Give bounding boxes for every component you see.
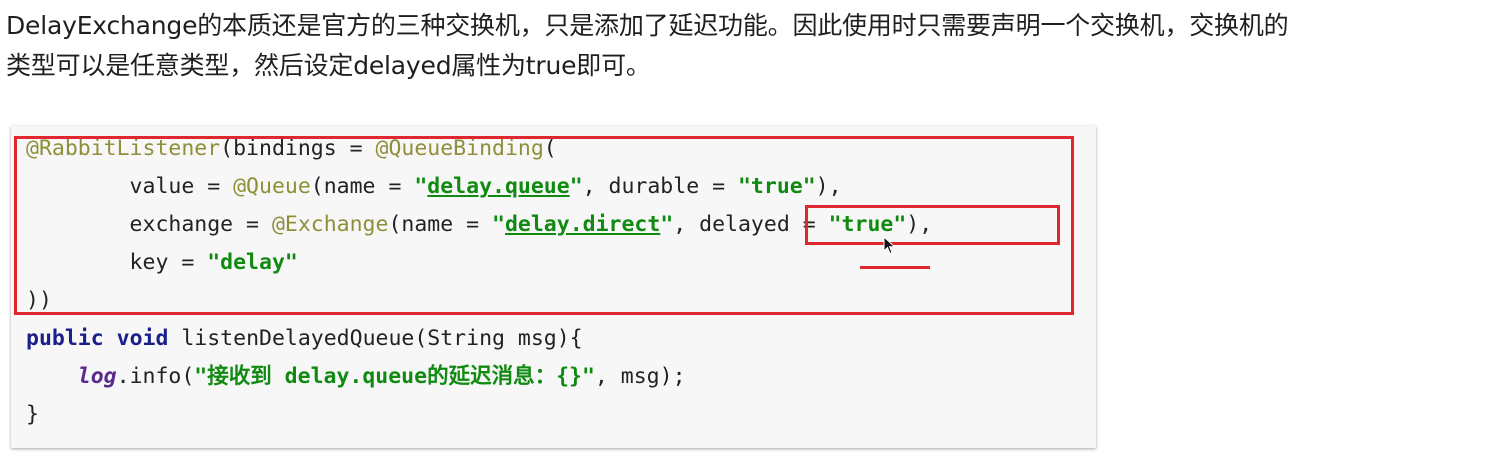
paragraph-line-1: DelayExchange的本质还是官方的三种交换机，只是添加了延迟功能。因此使… [6,11,1289,40]
code-text: } [26,402,39,427]
description-paragraph: DelayExchange的本质还是官方的三种交换机，只是添加了延迟功能。因此使… [6,6,1494,86]
public-keyword: public [26,326,104,351]
delayed-attribute-highlight-box [805,205,1060,245]
method-signature: listenDelayedQueue(String msg){ [168,326,583,351]
code-text: .info( [116,364,195,389]
mouse-cursor-icon [883,236,896,255]
code-line-6: public void listenDelayedQueue(String ms… [26,320,932,358]
log-variable: log [77,364,117,389]
red-underline-mark [860,266,930,269]
code-text: , msg); [594,364,686,389]
code-line-7: log.info("接收到 delay.queue的延迟消息：{}", msg)… [26,358,932,396]
code-line-8: } [26,396,932,434]
void-keyword: void [116,326,169,351]
log-message-string: "接收到 delay.queue的延迟消息：{}" [194,364,595,389]
paragraph-line-2: 类型可以是任意类型，然后设定delayed属性为true即可。 [6,51,651,80]
